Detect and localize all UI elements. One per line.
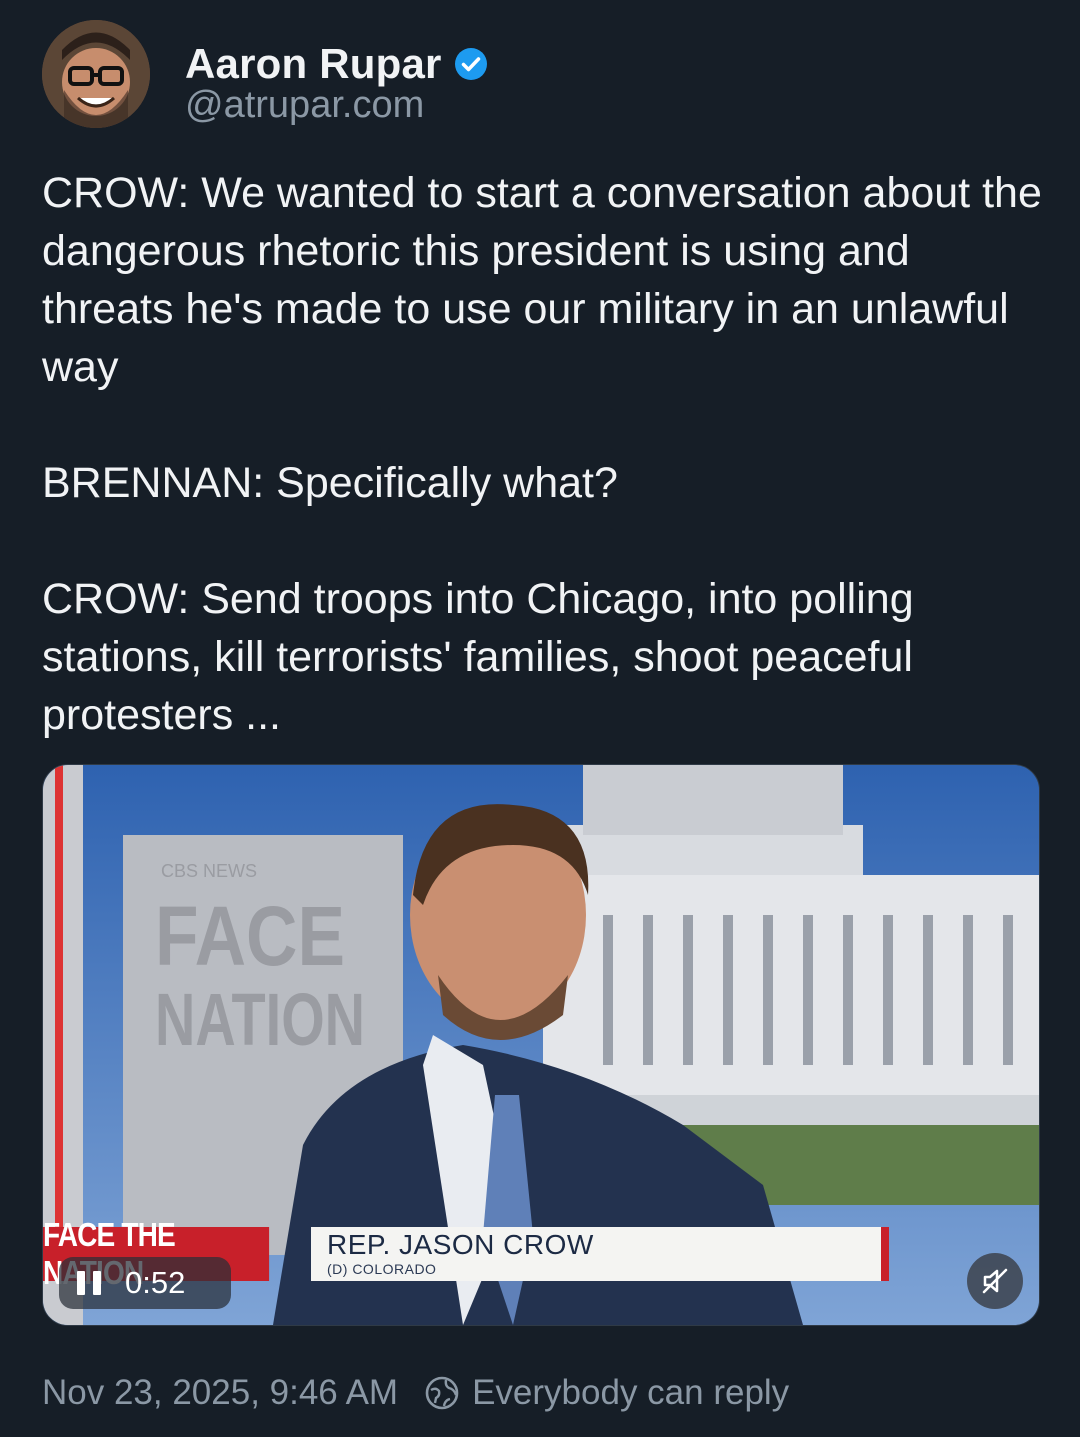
display-name[interactable]: Aaron Rupar [185,40,442,88]
reply-audience-icon [425,1376,459,1410]
post-timestamp[interactable]: Nov 23, 2025, 9:46 AM [42,1373,398,1413]
backdrop-nation-text: NATION [155,978,365,1061]
video-player[interactable]: CBS NEWS FACE NATION FACE THE NATION REP… [42,764,1040,1326]
name-row: Aaron Rupar [185,40,488,88]
mute-button[interactable] [967,1253,1023,1309]
lower-third-name: REP. JASON CROW [327,1229,594,1260]
post-footer: Nov 23, 2025, 9:46 AM Everybody can repl… [42,1370,789,1416]
handle[interactable]: @atrupar.com [185,84,424,127]
reply-setting: Everybody can reply [472,1373,790,1412]
mute-icon [982,1268,1008,1294]
backdrop-face-text: FACE [155,889,345,983]
elapsed-time: 0:52 [125,1265,186,1300]
playback-controls: 0:52 [59,1257,231,1309]
lower-third-subtitle: (D) COLORADO [327,1261,437,1277]
post-header: Aaron Rupar @atrupar.com [42,18,1042,130]
pause-icon [73,1271,105,1295]
post-body: CROW: We wanted to start a conversation … [42,169,1042,739]
avatar[interactable] [42,20,150,128]
backdrop-cbs-text: CBS NEWS [161,861,257,881]
verified-icon [454,48,487,80]
lower-third-name-box: REP. JASON CROW (D) COLORADO [311,1227,889,1281]
pause-button[interactable] [59,1257,119,1309]
